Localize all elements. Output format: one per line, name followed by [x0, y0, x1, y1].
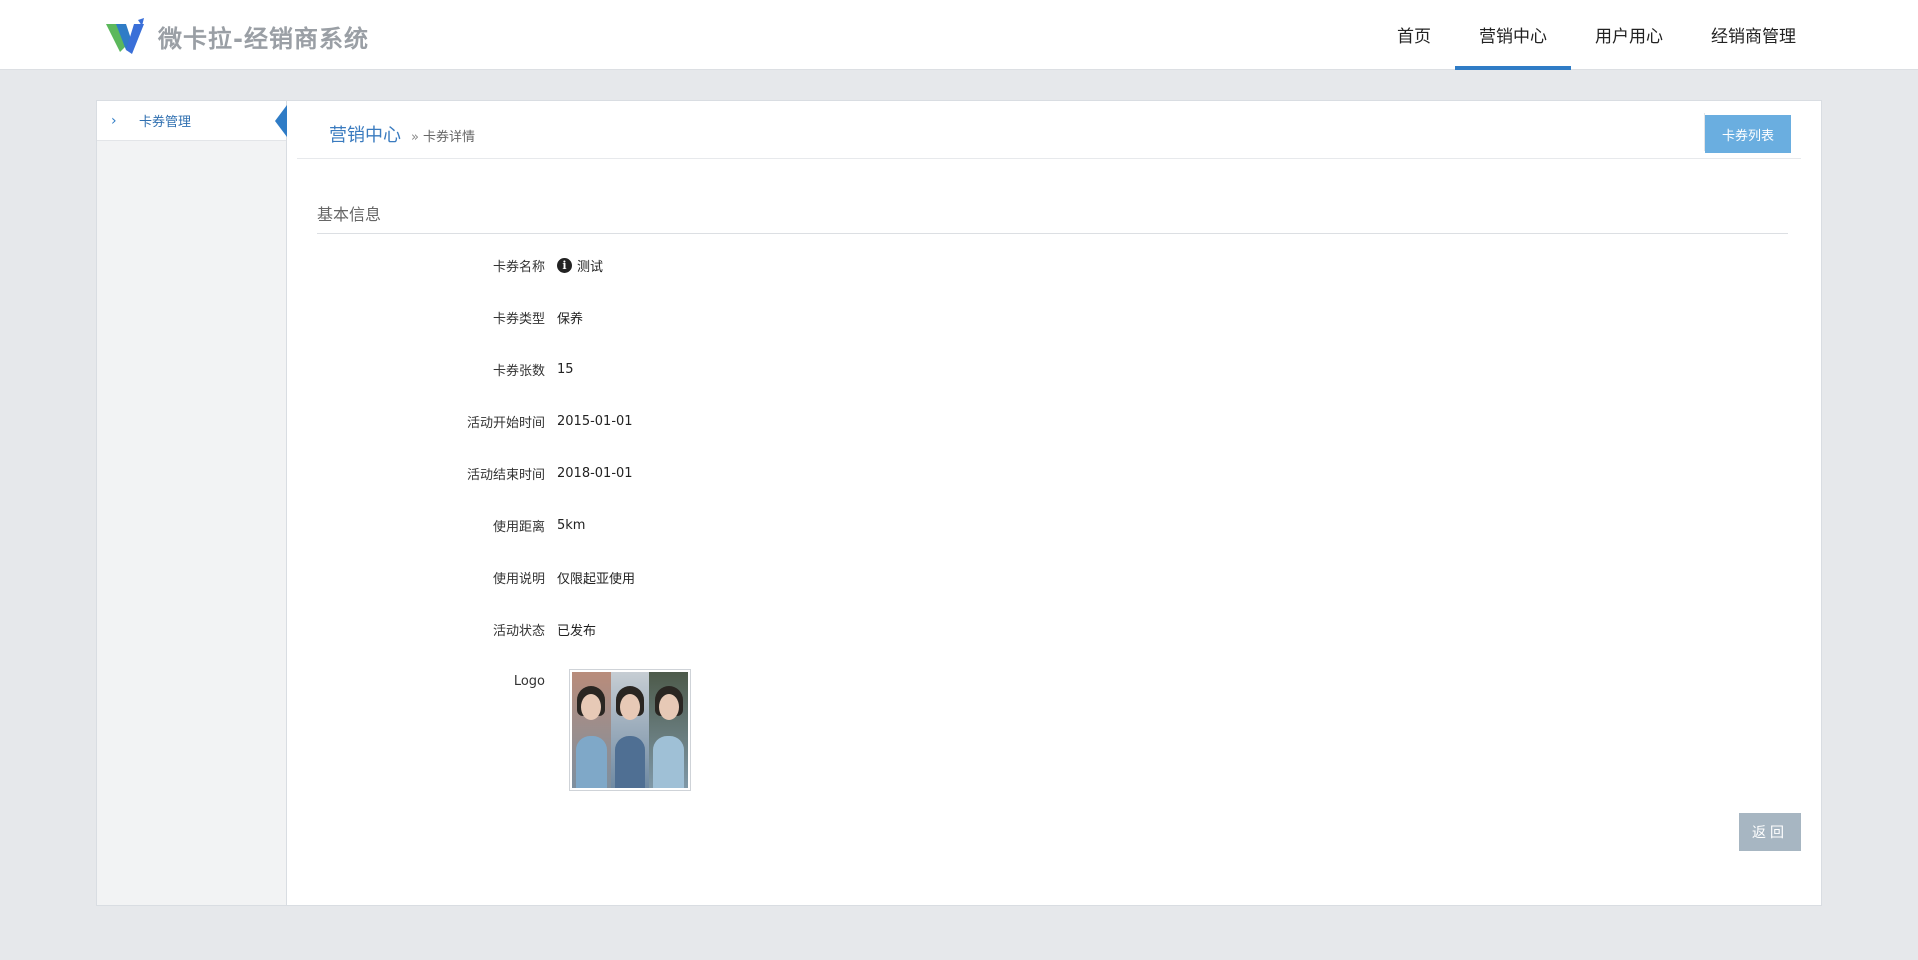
field-value: 2018-01-01	[557, 465, 633, 481]
breadcrumb-current: 卡券详情	[422, 130, 475, 145]
brand[interactable]: 微卡拉-经销商系统	[104, 14, 369, 58]
nav-marketing-center[interactable]: 营销中心	[1455, 0, 1571, 70]
field-label: 活动开始时间	[466, 415, 545, 431]
field-value: 已发布	[557, 623, 597, 639]
field-label: 活动状态	[492, 623, 545, 639]
nav-dealer-management[interactable]: 经销商管理	[1687, 0, 1820, 70]
field-label: Logo	[513, 673, 545, 689]
sidebar-item-coupon-management[interactable]: › 卡券管理	[97, 101, 287, 141]
main-nav: 首页 营销中心 用户用心 经销商管理	[1373, 0, 1820, 70]
breadcrumb: 营销中心 » 卡券详情	[329, 121, 475, 147]
field-label: 活动结束时间	[466, 467, 545, 483]
logo-image	[569, 669, 691, 791]
breadcrumb-root[interactable]: 营销中心	[329, 121, 401, 147]
section-title: 基本信息	[317, 201, 1788, 234]
breadcrumb-bar: 营销中心 » 卡券详情 卡券列表	[297, 101, 1801, 159]
field-row-coupon-name: 卡券名称 i 测试	[317, 255, 603, 275]
field-row-usage-distance: 使用距离 5km	[317, 515, 585, 535]
back-button[interactable]: 返回	[1739, 813, 1801, 851]
active-marker	[275, 105, 287, 137]
logo-figure	[649, 672, 688, 788]
coupon-list-button[interactable]: 卡券列表	[1705, 115, 1791, 153]
logo-picture	[572, 672, 688, 788]
info-icon: i	[557, 257, 572, 273]
chevron-right-icon: ›	[111, 112, 117, 129]
logo-figure	[572, 672, 611, 788]
field-value: 15	[557, 361, 574, 377]
sidebar: › 卡券管理	[97, 101, 287, 905]
field-label: 使用说明	[492, 571, 545, 587]
brand-logo-icon	[106, 18, 144, 54]
sidebar-item-label: 卡券管理	[139, 115, 192, 130]
field-label: 卡券名称	[492, 259, 545, 275]
main-panel: 营销中心 » 卡券详情 卡券列表 基本信息 卡券名称 i 测试 卡券类型 保养 …	[287, 101, 1821, 905]
field-row-status: 活动状态 已发布	[317, 619, 596, 639]
breadcrumb-separator: »	[411, 130, 419, 145]
nav-home[interactable]: 首页	[1373, 0, 1455, 70]
logo-figure	[610, 672, 650, 788]
app-title: 微卡拉-经销商系统	[158, 24, 369, 53]
coupon-name-value: 测试	[577, 259, 604, 275]
field-value: 保养	[557, 311, 584, 327]
field-label: 卡券类型	[492, 311, 545, 327]
field-row-logo: Logo	[317, 671, 557, 691]
field-value: 5km	[557, 517, 586, 533]
field-row-usage-note: 使用说明 仅限起亚使用	[317, 567, 635, 587]
field-value: i 测试	[557, 256, 603, 275]
nav-user-center[interactable]: 用户用心	[1571, 0, 1687, 70]
field-label: 卡券张数	[492, 363, 545, 379]
field-row-coupon-count: 卡券张数 15	[317, 359, 574, 379]
field-row-end-time: 活动结束时间 2018-01-01	[317, 463, 633, 483]
content-card: › 卡券管理 营销中心 » 卡券详情 卡券列表 基本信息 卡券名称 i 测试 卡…	[96, 100, 1822, 906]
field-row-start-time: 活动开始时间 2015-01-01	[317, 411, 633, 431]
field-row-coupon-type: 卡券类型 保养	[317, 307, 583, 327]
field-value: 仅限起亚使用	[557, 571, 636, 587]
field-label: 使用距离	[492, 519, 545, 535]
field-value: 2015-01-01	[557, 413, 633, 429]
top-header: 微卡拉-经销商系统 首页 营销中心 用户用心 经销商管理	[0, 0, 1918, 70]
